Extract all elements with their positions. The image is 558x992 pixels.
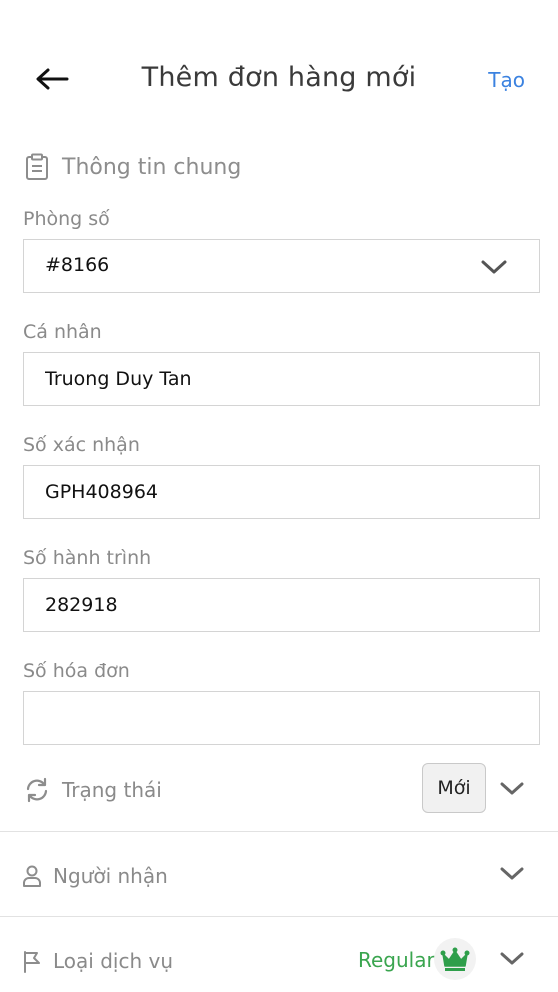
divider — [0, 916, 558, 917]
room-label: Phòng số — [23, 208, 110, 230]
itinerary-input[interactable] — [24, 579, 539, 631]
service-chevron-down-icon[interactable] — [499, 949, 525, 969]
page-title: Thêm đơn hàng mới — [141, 62, 417, 93]
flag-icon — [24, 951, 40, 973]
room-select[interactable]: #8166 — [23, 239, 540, 293]
recipient-chevron-down-icon[interactable] — [499, 864, 525, 884]
individual-field-box — [23, 352, 540, 406]
service-type-label: Loại dịch vụ — [53, 949, 173, 973]
recipient-label: Người nhận — [53, 864, 168, 888]
create-button[interactable]: Tạo — [488, 68, 525, 92]
confirmation-input[interactable] — [24, 466, 539, 518]
itinerary-field-box — [23, 578, 540, 632]
person-icon — [23, 865, 41, 887]
itinerary-label: Số hành trình — [23, 547, 152, 569]
invoice-input[interactable] — [24, 692, 539, 744]
section-general-info: Thông tin chung — [24, 150, 241, 184]
clipboard-icon — [26, 153, 48, 180]
individual-label: Cá nhân — [23, 321, 102, 343]
crown-badge — [434, 938, 476, 980]
invoice-field-box — [23, 691, 540, 745]
room-select-value: #8166 — [45, 254, 110, 276]
confirmation-field-box — [23, 465, 540, 519]
chevron-down-icon — [481, 260, 507, 274]
crown-icon — [440, 947, 470, 971]
confirmation-label: Số xác nhận — [23, 434, 140, 456]
service-type-value: Regular — [358, 948, 435, 972]
status-label: Trạng thái — [62, 778, 162, 802]
individual-input[interactable] — [24, 353, 539, 405]
divider — [0, 831, 558, 832]
recipient-row[interactable]: Người nhận — [0, 858, 558, 894]
sync-icon — [26, 777, 48, 803]
status-chevron-down-icon[interactable] — [499, 779, 525, 799]
app-header: Thêm đơn hàng mới Tạo — [0, 0, 558, 160]
invoice-label: Số hóa đơn — [23, 660, 130, 682]
status-value-button[interactable]: Mới — [422, 763, 486, 813]
section-title: Thông tin chung — [62, 154, 242, 180]
